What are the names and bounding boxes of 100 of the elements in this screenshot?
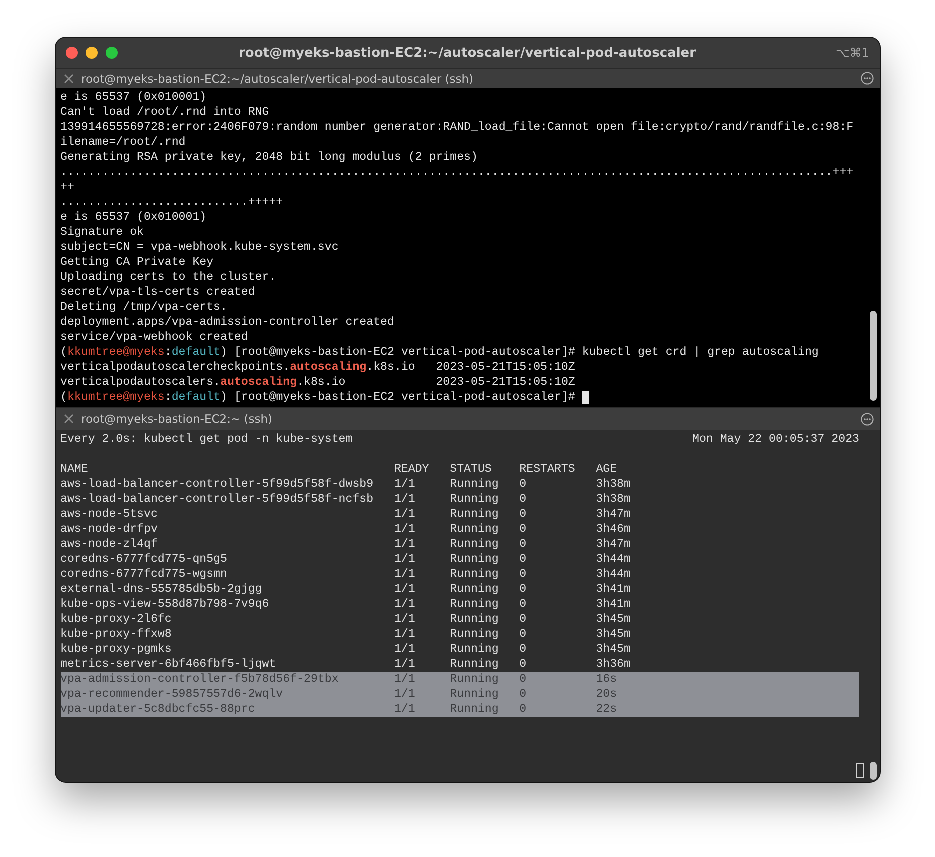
table-cell-text: 1/1: [394, 657, 416, 672]
terminal-line: subject=CN = vpa-webhook.kube-system.svc: [60, 240, 339, 255]
table-cell-text: kube-proxy-pgmks: [60, 642, 173, 657]
more-icon[interactable]: [860, 72, 874, 85]
table-cell-text: Running: [450, 567, 500, 582]
terminal-line: Signature ok: [60, 225, 144, 240]
table-cell-text: 0: [520, 672, 528, 687]
window-title: root@myeks-bastion-EC2:~/autoscaler/vertical-pod-autoscaler: [238, 46, 697, 60]
table-cell-text: 3h38m: [596, 492, 632, 507]
table-cell-text: kube-proxy-2l6fc: [60, 612, 173, 627]
terminal-line: (kkumtree@myeks:default) [root@myeks-bastion-EC2 vertical-pod-autoscaler]#: [60, 390, 576, 405]
terminal-line: Uploading certs to the cluster.: [60, 270, 276, 285]
terminal-line: 139914655569728:error:2406F079:random number generator:RAND_load_file:Cannot open file:crypto/rand/randfile.c:98:F: [60, 120, 854, 135]
table-cell-text: vpa-admission-controller-f5b78d56f-29tbx: [60, 672, 340, 687]
table-cell-text: 0: [520, 507, 528, 522]
terminal-line: verticalpodautoscalercheckpoints.autoscaling.k8s.io 2023-05-21T15:05:10Z: [60, 360, 576, 375]
terminal-line: ...............................................................................................................+++: [60, 165, 854, 180]
table-cell-text: 1/1: [394, 567, 416, 582]
table-cell-text: 20s: [596, 687, 618, 702]
table-cell-text: 1/1: [394, 552, 416, 567]
table-cell-text: Running: [450, 642, 500, 657]
zoom-window-button[interactable]: [106, 47, 118, 59]
more-icon[interactable]: [860, 412, 874, 426]
table-cell-text: kube-proxy-ffxw8: [60, 627, 173, 642]
scrollbar-thumb[interactable]: [870, 311, 877, 401]
table-cell-text: 3h45m: [596, 627, 632, 642]
table-cell-text: coredns-6777fcd775-wgsmn: [60, 567, 228, 582]
terminal-line: Generating RSA private key, 2048 bit long modulus (2 primes): [60, 150, 478, 165]
table-cell-text: 1/1: [394, 612, 416, 627]
terminal-line: Deleting /tmp/vpa-certs.: [60, 300, 228, 315]
table-cell-text: coredns-6777fcd775-qn5g5: [60, 552, 228, 567]
table-cell-text: metrics-server-6bf466fbf5-ljqwt: [60, 657, 278, 672]
minimize-window-button[interactable]: [86, 47, 98, 59]
table-cell-text: 0: [520, 612, 528, 627]
table-cell-text: Running: [450, 507, 500, 522]
table-cell-text: 1/1: [394, 627, 416, 642]
close-icon[interactable]: [64, 414, 74, 424]
column-header: AGE: [596, 462, 618, 477]
close-window-button[interactable]: [66, 47, 78, 59]
table-cell-text: 3h46m: [596, 522, 632, 537]
column-header: RESTARTS: [520, 462, 576, 477]
pane-title: root@myeks-bastion-EC2:~ (ssh): [82, 412, 274, 426]
terminal-line: ...........................+++++: [60, 195, 284, 210]
table-cell-text: 3h38m: [596, 477, 632, 492]
terminal-line: ilename=/root/.rnd: [60, 135, 186, 150]
table-cell-text: Running: [450, 522, 500, 537]
table-cell-text: 0: [520, 642, 528, 657]
terminal-line: e is 65537 (0x010001): [60, 210, 207, 225]
terminal-line: Can't load /root/.rnd into RNG: [60, 105, 270, 120]
table-cell-text: 3h41m: [596, 597, 632, 612]
table-cell-text: 16s: [596, 672, 618, 687]
table-cell-text: 0: [520, 567, 528, 582]
table-cell-text: 0: [520, 537, 528, 552]
table-cell-text: aws-load-balancer-controller-5f99d5f58f-dwsb9: [60, 477, 375, 492]
terminal-line: deployment.apps/vpa-admission-controller created: [60, 315, 394, 330]
table-cell-text: Running: [450, 492, 500, 507]
table-cell-text: Running: [450, 687, 500, 702]
terminal-line: secret/vpa-tls-certs created: [60, 285, 256, 300]
column-header: READY: [394, 462, 430, 477]
table-cell-text: 3h44m: [596, 552, 632, 567]
table-cell-text: Running: [450, 612, 500, 627]
table-cell-text: aws-load-balancer-controller-5f99d5f58f-ncfsb: [60, 492, 375, 507]
table-cell-text: 0: [520, 492, 528, 507]
table-cell-text: 3h41m: [596, 582, 632, 597]
column-header: STATUS: [450, 462, 493, 477]
table-cell-text: vpa-recommender-59857557d6-2wqlv: [60, 687, 284, 702]
table-cell-text: 3h47m: [596, 537, 632, 552]
table-cell-text: Running: [450, 477, 500, 492]
terminal-line: (kkumtree@myeks:default) [root@myeks-bastion-EC2 vertical-pod-autoscaler]# kubectl get crd | grep autoscaling: [60, 345, 819, 360]
table-cell-text: Running: [450, 552, 500, 567]
terminal-line: Getting CA Private Key: [60, 255, 214, 270]
table-cell-text: Running: [450, 657, 500, 672]
table-cell-text: aws-node-zl4qf: [60, 537, 159, 552]
terminal-line: service/vpa-webhook created: [60, 330, 248, 345]
shortcut-label: ⌥⌘1: [835, 46, 870, 60]
table-cell-text: 1/1: [394, 507, 416, 522]
watch-command: Every 2.0s: kubectl get pod -n kube-system: [60, 432, 353, 447]
table-cell-text: 0: [520, 657, 528, 672]
terminal-line: verticalpodautoscalers.autoscaling.k8s.io 2023-05-21T15:05:10Z: [60, 375, 576, 390]
table-cell-text: Running: [450, 582, 500, 597]
table-cell-text: 3h45m: [596, 642, 632, 657]
table-cell-text: 0: [520, 582, 528, 597]
cursor-block: [856, 763, 864, 778]
table-cell-text: 1/1: [394, 702, 416, 717]
table-cell-text: 3h45m: [596, 612, 632, 627]
table-cell-text: 22s: [596, 702, 618, 717]
table-cell-text: 1/1: [394, 642, 416, 657]
table-cell-text: aws-node-5tsvc: [60, 507, 159, 522]
table-cell-text: 0: [520, 687, 528, 702]
table-cell-text: 0: [520, 597, 528, 612]
table-cell-text: aws-node-drfpv: [60, 522, 159, 537]
scrollbar-thumb[interactable]: [870, 762, 877, 780]
table-cell-text: Running: [450, 702, 500, 717]
table-cell-text: 0: [520, 627, 528, 642]
close-icon[interactable]: [64, 74, 74, 84]
table-cell-text: Running: [450, 627, 500, 642]
pane-title: root@myeks-bastion-EC2:~/autoscaler/vertical-pod-autoscaler (ssh): [82, 72, 475, 86]
table-cell-text: 1/1: [394, 522, 416, 537]
table-cell-text: 0: [520, 552, 528, 567]
table-cell-text: external-dns-555785db5b-2gjgg: [60, 582, 264, 597]
